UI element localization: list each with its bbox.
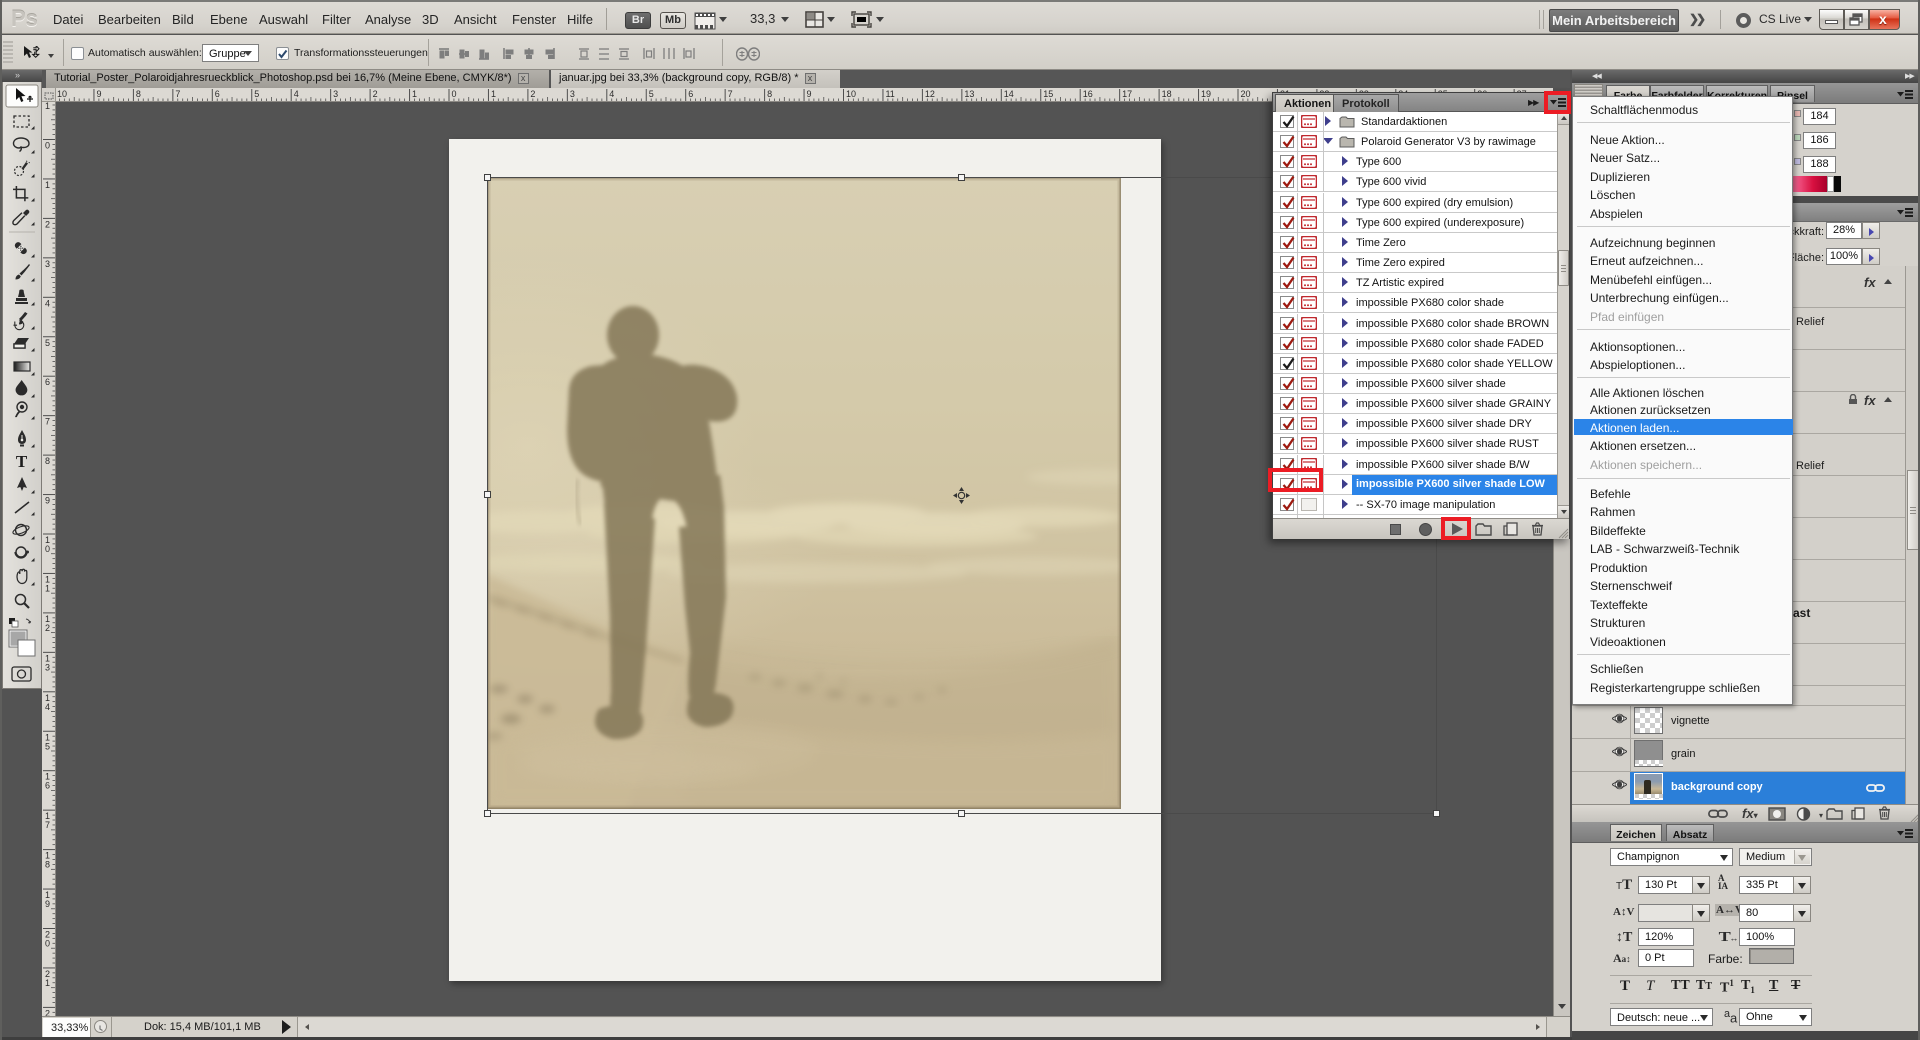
svg-text:6: 6 bbox=[215, 89, 220, 99]
svg-text:0: 0 bbox=[45, 544, 50, 554]
svg-text:2: 2 bbox=[45, 219, 50, 229]
svg-text:5: 5 bbox=[45, 741, 50, 751]
svg-text:4: 4 bbox=[609, 89, 614, 99]
svg-text:8: 8 bbox=[136, 89, 141, 99]
svg-text:9: 9 bbox=[96, 89, 101, 99]
svg-text:9: 9 bbox=[45, 899, 50, 909]
svg-text:7: 7 bbox=[45, 820, 50, 830]
svg-text:2: 2 bbox=[45, 1008, 50, 1016]
svg-text:1: 1 bbox=[45, 978, 50, 988]
svg-text:19: 19 bbox=[1201, 89, 1211, 99]
svg-text:5: 5 bbox=[45, 338, 50, 348]
svg-text:1: 1 bbox=[45, 102, 50, 111]
svg-text:3: 3 bbox=[570, 89, 575, 99]
svg-text:1: 1 bbox=[45, 583, 50, 593]
svg-text:4: 4 bbox=[45, 702, 50, 712]
svg-text:8: 8 bbox=[767, 89, 772, 99]
svg-text:12: 12 bbox=[925, 89, 935, 99]
svg-text:7: 7 bbox=[175, 89, 180, 99]
svg-text:2: 2 bbox=[45, 623, 50, 633]
svg-text:15: 15 bbox=[1043, 89, 1053, 99]
svg-text:3: 3 bbox=[45, 662, 50, 672]
svg-text:6: 6 bbox=[688, 89, 693, 99]
svg-text:17: 17 bbox=[1122, 89, 1132, 99]
svg-text:0: 0 bbox=[45, 939, 50, 949]
svg-text:3: 3 bbox=[333, 89, 338, 99]
svg-text:0: 0 bbox=[45, 141, 50, 151]
svg-text:11: 11 bbox=[885, 89, 894, 99]
svg-text:T: T bbox=[16, 452, 28, 471]
svg-text:13: 13 bbox=[964, 89, 974, 99]
svg-text:14: 14 bbox=[1004, 89, 1014, 99]
svg-text:10: 10 bbox=[57, 89, 67, 99]
svg-text:4: 4 bbox=[45, 298, 50, 308]
svg-text:1: 1 bbox=[491, 89, 496, 99]
svg-text:7: 7 bbox=[45, 417, 50, 427]
svg-text:16: 16 bbox=[1083, 89, 1093, 99]
svg-text:8: 8 bbox=[45, 456, 50, 466]
svg-text:6: 6 bbox=[45, 781, 50, 791]
svg-text:1: 1 bbox=[45, 180, 50, 190]
svg-text:2: 2 bbox=[530, 89, 535, 99]
svg-text:5: 5 bbox=[254, 89, 259, 99]
svg-text:20: 20 bbox=[1241, 89, 1251, 99]
svg-text:2: 2 bbox=[373, 89, 378, 99]
svg-text:9: 9 bbox=[807, 89, 812, 99]
svg-text:8: 8 bbox=[45, 860, 50, 870]
svg-text:3: 3 bbox=[45, 259, 50, 269]
svg-text:18: 18 bbox=[1162, 89, 1172, 99]
svg-text:4: 4 bbox=[294, 89, 299, 99]
svg-text:6: 6 bbox=[45, 377, 50, 387]
svg-text:5: 5 bbox=[649, 89, 654, 99]
svg-text:10: 10 bbox=[846, 89, 856, 99]
svg-text:9: 9 bbox=[45, 496, 50, 506]
svg-text:1: 1 bbox=[412, 89, 417, 99]
svg-text:0: 0 bbox=[452, 89, 457, 99]
svg-text:7: 7 bbox=[728, 89, 733, 99]
